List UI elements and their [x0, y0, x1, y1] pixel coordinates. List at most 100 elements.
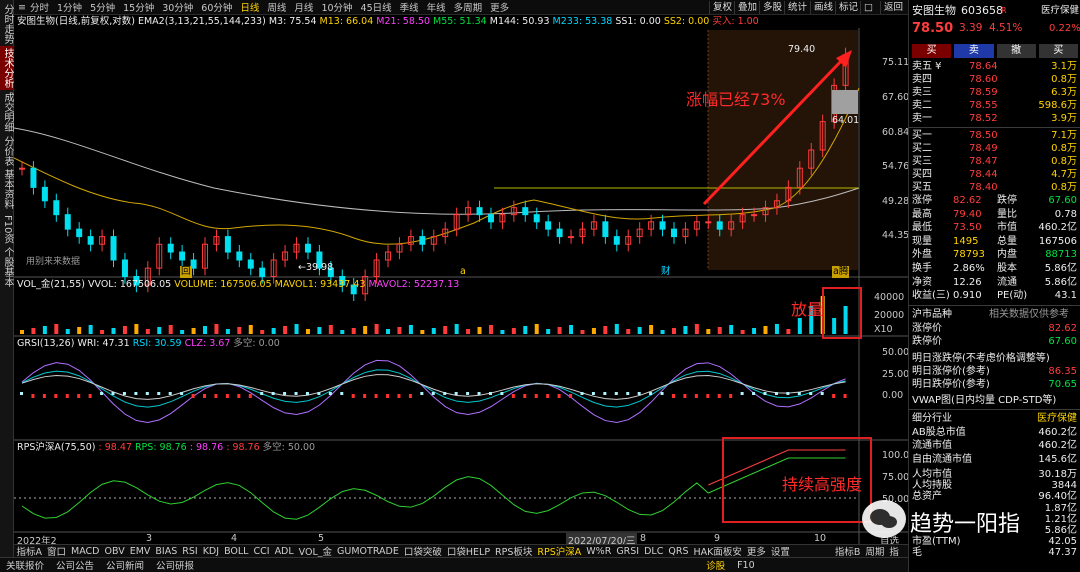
m3-value: M3: 75.54 — [268, 16, 317, 27]
quote-row: 买五 78.40 0.8万 — [909, 181, 1080, 194]
period-15min[interactable]: 15分钟 — [119, 0, 158, 14]
toolbar-item[interactable]: BIAS — [153, 546, 180, 557]
toolbar-item[interactable]: RSI — [180, 546, 200, 557]
price-pct: 4.51% — [989, 22, 1023, 34]
toolbar-item[interactable]: 周期 — [863, 545, 887, 557]
toolbar-item[interactable]: MACD — [69, 546, 102, 557]
grsi-bar — [65, 394, 69, 398]
buy-button[interactable]: 买 — [912, 44, 952, 58]
toolbar-item[interactable]: 设置 — [768, 545, 792, 557]
grsi-bar — [203, 394, 207, 398]
grsi-bar — [443, 392, 447, 395]
tab-stock-basic[interactable]: 个股基本 — [0, 246, 14, 288]
toolbar-item[interactable]: QRS — [666, 546, 691, 557]
toolbar-item[interactable]: 窗口 — [45, 545, 69, 557]
period-daily[interactable]: 日线 — [236, 0, 263, 14]
candle-body — [751, 214, 758, 217]
tab-basic-info[interactable]: 基本资料 — [0, 168, 14, 210]
toolbar-item[interactable]: EMV — [127, 546, 153, 557]
bid-volume: 7.1万 — [1051, 130, 1077, 141]
status-news[interactable]: 公司新闻 — [100, 558, 150, 572]
toolbar-item[interactable]: KDJ — [200, 546, 221, 557]
quote-row: 买二 78.49 0.8万 — [909, 142, 1080, 155]
status-related-quote[interactable]: 关联报价 — [0, 558, 50, 572]
period-multi[interactable]: 多周期 — [450, 0, 487, 14]
grsi-bar — [717, 394, 721, 398]
sell-button[interactable]: 卖 — [954, 44, 994, 58]
toolbar-item[interactable]: 指标B — [832, 545, 863, 557]
period-timeshare[interactable]: 分时 — [26, 0, 53, 14]
rise-annotation: 涨幅已经73% — [686, 90, 786, 109]
status-diagnose[interactable]: 诊股 — [700, 558, 731, 572]
bid-price: 78.49 — [969, 143, 998, 154]
quote-cell: 毛 — [912, 547, 922, 559]
status-research[interactable]: 公司研报 — [150, 558, 200, 572]
quote-row: 最低 73.50 市值 460.2亿 — [909, 221, 1080, 234]
toolbar-item[interactable]: W%R — [584, 546, 614, 557]
sector-badge[interactable]: 医疗保健 — [1041, 4, 1079, 17]
bid-label: 买五 — [912, 182, 932, 193]
status-announcement[interactable]: 公司公告 — [50, 558, 100, 572]
period-1min[interactable]: 1分钟 — [53, 0, 86, 14]
tab-timeshare[interactable]: 分时走势 — [0, 2, 14, 46]
volume-bar — [603, 326, 608, 334]
tab-trade-detail[interactable]: 成交明细 — [0, 92, 14, 132]
toolbar-item[interactable]: DLC — [642, 546, 666, 557]
quote-row: 最高 79.40 量比 0.78 — [909, 208, 1080, 221]
cancel-button[interactable]: 撤 — [996, 44, 1036, 58]
toolbar-item[interactable]: 指 — [887, 545, 902, 557]
ask-volume: 6.3万 — [1051, 87, 1077, 98]
back-button[interactable]: 返回 — [880, 1, 906, 14]
candle-body — [568, 236, 575, 239]
period-quarter[interactable]: 季线 — [396, 0, 423, 14]
volume-bar — [763, 326, 768, 334]
period-weekly[interactable]: 周线 — [263, 0, 290, 14]
menu-icon[interactable]: ≡ — [14, 2, 26, 13]
draw-line-button[interactable]: 画线 — [810, 1, 836, 14]
toolbar-item[interactable]: OBV — [102, 546, 127, 557]
toolbar-item-active[interactable]: RPS沪深A — [535, 545, 584, 557]
tab-price-table[interactable]: 分价表 — [0, 134, 14, 168]
volume-bar — [145, 329, 150, 334]
window-button[interactable]: □ — [860, 1, 876, 14]
adjust-button[interactable]: 复权 — [709, 1, 735, 14]
multi-stock-button[interactable]: 多股 — [759, 1, 785, 14]
quote-row: 自由流通市值 145.6亿 — [909, 453, 1080, 466]
grsi-bar — [488, 392, 492, 395]
period-more[interactable]: 更多 — [486, 0, 513, 14]
volume-bar — [386, 329, 391, 334]
volume-bar — [351, 328, 356, 334]
toolbar-item[interactable]: ADL — [272, 546, 296, 557]
tab-tech-analysis[interactable]: 技术分析 — [0, 46, 14, 90]
volume-bar — [729, 325, 734, 334]
toolbar-item[interactable]: RPS板块 — [493, 545, 535, 557]
period-45day[interactable]: 45日线 — [357, 0, 396, 14]
period-60min[interactable]: 60分钟 — [197, 0, 236, 14]
status-f10[interactable]: F10 — [731, 560, 761, 571]
period-5min[interactable]: 5分钟 — [86, 0, 119, 14]
toolbar-item[interactable]: 口袋突破 — [401, 545, 444, 557]
stats-button[interactable]: 统计 — [784, 1, 810, 14]
toolbar-item[interactable]: BOLL — [222, 546, 251, 557]
period-30min[interactable]: 30分钟 — [158, 0, 197, 14]
toolbar-item[interactable]: VOL_金 — [296, 545, 334, 557]
toolbar-item[interactable]: CCI — [251, 546, 272, 557]
period-monthly[interactable]: 月线 — [290, 0, 317, 14]
toolbar-item[interactable]: GUMOTRADE — [335, 546, 402, 557]
grsi-bar — [271, 392, 275, 395]
buy2-button[interactable]: 买 — [1038, 44, 1078, 58]
quote-row: 跌停价 67.60 — [909, 335, 1080, 348]
mark-button[interactable]: 标记 — [835, 1, 861, 14]
toolbar-item[interactable]: GRSI — [614, 546, 642, 557]
toolbar-item[interactable]: 更多 — [744, 545, 768, 557]
period-year[interactable]: 年线 — [423, 0, 450, 14]
period-10min[interactable]: 10分钟 — [317, 0, 356, 14]
toolbar-item[interactable]: HAK面板安 — [691, 545, 744, 557]
volume-bar — [614, 324, 619, 334]
tab-f10[interactable]: F10资讯 — [0, 212, 14, 246]
vwap-link[interactable]: VWAP图(日内均量 CDP-STD等) — [912, 394, 1056, 407]
overlay-button[interactable]: 叠加 — [734, 1, 760, 14]
toolbar-item[interactable]: 指标A — [14, 545, 45, 557]
toolbar-item[interactable]: 口袋HELP — [444, 545, 492, 557]
grsi-info-line: GRSI(13,26) WRI: 47.31 RSI: 30.59 CLZ: 3… — [17, 338, 280, 350]
